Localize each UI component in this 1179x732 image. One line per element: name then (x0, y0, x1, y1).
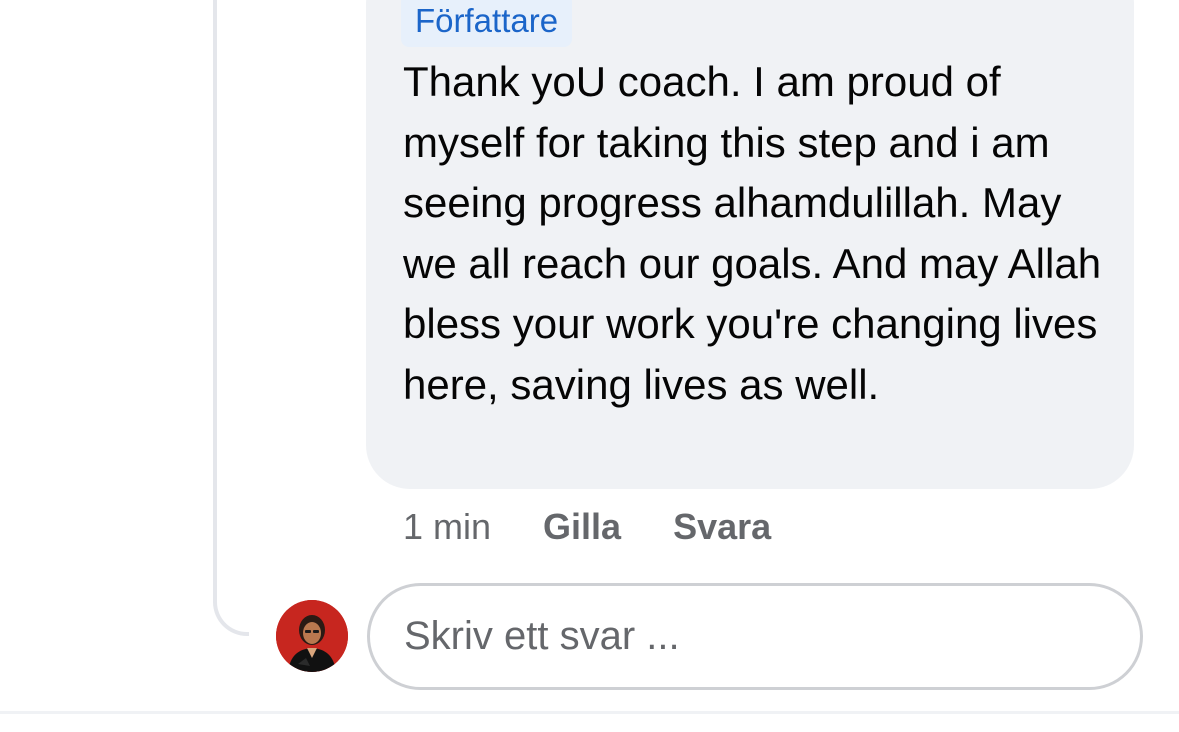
reply-input[interactable]: Skriv ett svar ... (367, 583, 1143, 690)
bottom-divider (0, 711, 1179, 732)
reply-button[interactable]: Svara (673, 506, 771, 548)
thread-connector-line (213, 0, 249, 636)
avatar[interactable] (276, 600, 348, 672)
reply-input-placeholder: Skriv ett svar ... (404, 614, 680, 658)
comment-text: Thank yoU coach. I am proud of myself fo… (403, 58, 1102, 408)
comment-thread: Författare Thank yoU coach. I am proud o… (0, 0, 1179, 732)
comment-actions: 1 min Gilla Svara (403, 504, 823, 550)
user-avatar-icon (276, 600, 348, 672)
like-button[interactable]: Gilla (543, 506, 621, 548)
author-badge: Författare (401, 0, 573, 47)
comment-timestamp[interactable]: 1 min (403, 506, 491, 548)
